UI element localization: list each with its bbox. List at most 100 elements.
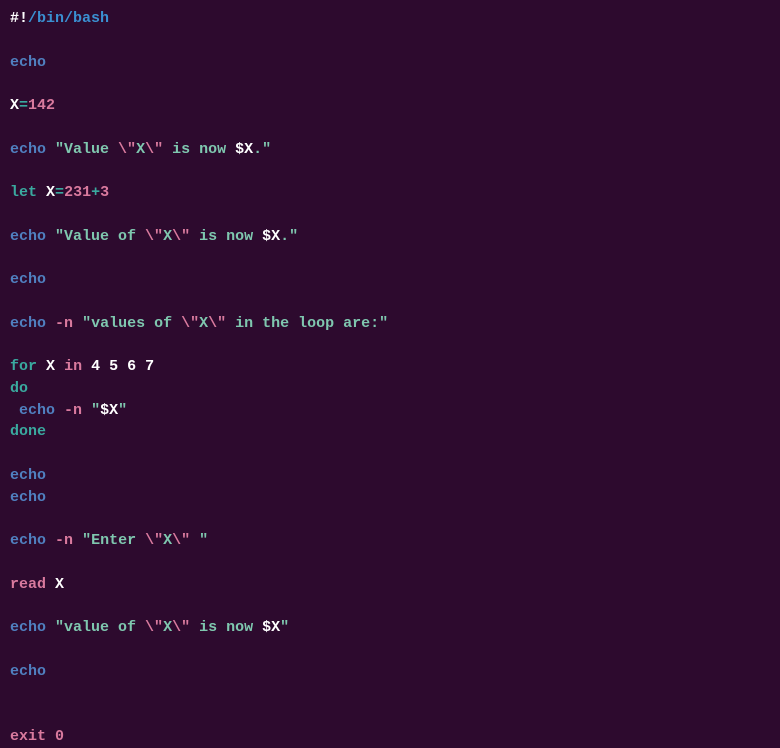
token-string: X — [163, 228, 172, 245]
token-dollar: $X — [262, 228, 280, 245]
token-escape: \" — [208, 315, 226, 332]
token-escape: \" — [118, 141, 136, 158]
token-echo: echo — [10, 663, 46, 680]
code-line: done — [10, 421, 770, 443]
token-string: "Value — [55, 141, 118, 158]
code-line — [10, 552, 770, 574]
token-string: " — [280, 619, 289, 636]
code-line — [10, 704, 770, 726]
token-string: "values of — [82, 315, 181, 332]
token-flag: -n — [55, 532, 73, 549]
token-space — [46, 532, 55, 549]
token-string: "Enter — [82, 532, 145, 549]
code-line — [10, 117, 770, 139]
token-escape: \" — [172, 532, 190, 549]
token-echo: echo — [10, 315, 46, 332]
token-var: X — [10, 97, 19, 114]
code-line: echo "Value of \"X\" is now $X." — [10, 226, 770, 248]
token-dollar: $X — [235, 141, 253, 158]
token-echo: echo — [10, 271, 46, 288]
token-space — [46, 728, 55, 745]
token-escape: \" — [145, 619, 163, 636]
code-line — [10, 443, 770, 465]
token-space — [37, 358, 46, 375]
token-echo: echo — [10, 228, 46, 245]
token-string: is now — [190, 619, 262, 636]
code-line: echo -n "Enter \"X\" " — [10, 530, 770, 552]
token-string: X — [136, 141, 145, 158]
token-space — [37, 184, 46, 201]
token-string: is now — [190, 228, 262, 245]
token-flag: -n — [55, 315, 73, 332]
token-var: X — [46, 184, 55, 201]
token-let: let — [10, 184, 37, 201]
token-escape: \" — [172, 619, 190, 636]
token-space — [82, 358, 91, 375]
token-dollar: $X — [100, 402, 118, 419]
code-line: exit 0 — [10, 726, 770, 748]
token-read: read — [10, 576, 46, 593]
token-shebang-path: /bin/bash — [28, 10, 109, 27]
code-line — [10, 30, 770, 52]
token-string: ." — [253, 141, 271, 158]
token-shebang-hash: #! — [10, 10, 28, 27]
token-space — [46, 228, 55, 245]
token-in: in — [64, 358, 82, 375]
code-line — [10, 508, 770, 530]
code-editor[interactable]: #!/bin/bash echo X=142 echo "Value \"X\"… — [10, 8, 770, 748]
token-do: do — [10, 380, 28, 397]
token-escape: \" — [172, 228, 190, 245]
token-string: " — [91, 402, 100, 419]
token-space — [73, 315, 82, 332]
token-echo: echo — [19, 402, 55, 419]
token-string: is now — [163, 141, 235, 158]
code-line — [10, 160, 770, 182]
token-string: ." — [280, 228, 298, 245]
token-string: X — [163, 532, 172, 549]
token-num: 3 — [100, 184, 109, 201]
code-line: let X=231+3 — [10, 182, 770, 204]
token-echo: echo — [10, 467, 46, 484]
token-eq: = — [19, 97, 28, 114]
code-line: do — [10, 378, 770, 400]
code-line: echo "Value \"X\" is now $X." — [10, 139, 770, 161]
code-line — [10, 247, 770, 269]
token-var: X — [55, 576, 64, 593]
token-echo: echo — [10, 54, 46, 71]
token-string: X — [163, 619, 172, 636]
token-var: X — [46, 358, 55, 375]
token-string: "Value of — [55, 228, 145, 245]
code-line: echo — [10, 661, 770, 683]
token-num: 0 — [55, 728, 64, 745]
token-plus: + — [91, 184, 100, 201]
token-escape: \" — [145, 141, 163, 158]
token-space — [46, 315, 55, 332]
token-space — [46, 619, 55, 636]
token-eq: = — [55, 184, 64, 201]
token-dollar: $X — [262, 619, 280, 636]
code-line — [10, 204, 770, 226]
token-string: "value of — [55, 619, 145, 636]
token-string: " — [118, 402, 127, 419]
code-line: X=142 — [10, 95, 770, 117]
token-echo: echo — [10, 141, 46, 158]
token-var: 4 5 6 7 — [91, 358, 154, 375]
code-line: read X — [10, 574, 770, 596]
token-string: in the loop are:" — [226, 315, 388, 332]
token-done: done — [10, 423, 46, 440]
code-line: #!/bin/bash — [10, 8, 770, 30]
token-for: for — [10, 358, 37, 375]
code-line: for X in 4 5 6 7 — [10, 356, 770, 378]
code-line: echo -n "$X" — [10, 400, 770, 422]
code-line — [10, 595, 770, 617]
code-line — [10, 639, 770, 661]
code-line — [10, 73, 770, 95]
token-escape: \" — [145, 532, 163, 549]
token-escape: \" — [145, 228, 163, 245]
token-space — [55, 358, 64, 375]
token-space — [46, 576, 55, 593]
token-space — [73, 532, 82, 549]
token-echo: echo — [10, 489, 46, 506]
token-echo: echo — [10, 532, 46, 549]
token-space — [10, 402, 19, 419]
